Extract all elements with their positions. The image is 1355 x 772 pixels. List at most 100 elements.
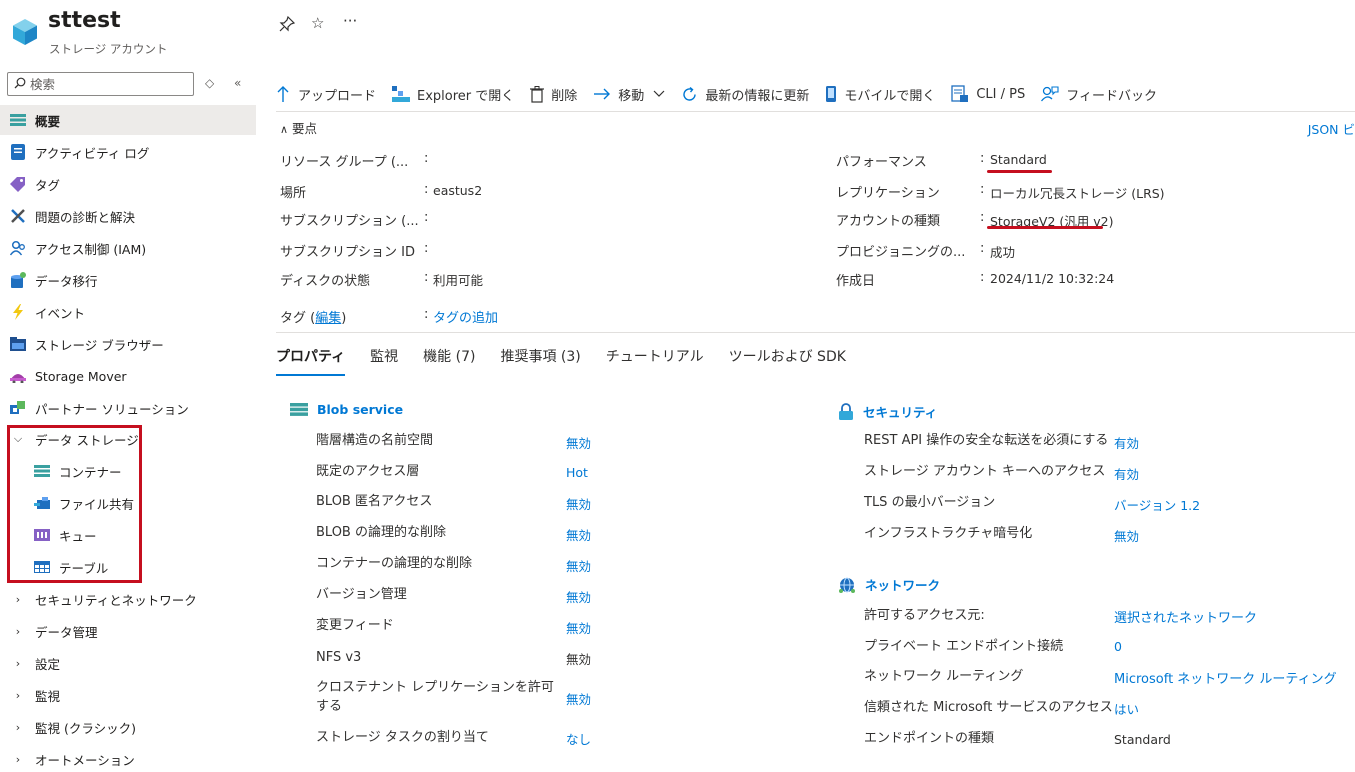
delete-button[interactable]: 削除 [530,85,577,104]
blob-prop-value[interactable]: 無効 [566,587,591,606]
toolbar-divider [276,111,1355,112]
overview-icon [10,112,26,128]
blob-prop-value[interactable]: 無効 [566,525,591,544]
blob-prop-value[interactable]: 無効 [566,556,591,575]
search-box[interactable] [7,72,194,96]
open-explorer-button[interactable]: Explorer で開く [392,85,514,104]
essentials-toggle[interactable]: ∧ 要点 [280,118,317,137]
network-prop-value[interactable]: はい [1114,699,1139,718]
blob-prop-label: バージョン管理 [316,587,407,602]
security-heading[interactable]: セキュリティ [838,402,937,421]
blob-prop-value[interactable]: 無効 [566,618,591,637]
pin-icon[interactable] [279,15,296,36]
security-prop-value[interactable]: 有効 [1114,433,1139,452]
collapse-sidebar-icon[interactable]: « [234,76,241,90]
chevron-right-icon: › [15,656,21,670]
upload-icon [275,85,291,103]
network-prop-value[interactable]: 0 [1114,639,1122,654]
performance-value: Standard [990,152,1047,167]
blob-prop-label: ストレージ タスクの割り当て [316,730,489,745]
open-mobile-button[interactable]: モバイルで開く [825,85,935,104]
network-prop-label: 許可するアクセス元: [864,608,985,623]
blob-prop-value[interactable]: 無効 [566,689,591,708]
sidebar-item-events[interactable]: イベント [0,297,256,327]
expand-collapse-icon[interactable]: ◇ [205,76,214,90]
chevron-down-icon [653,87,665,102]
more-icon[interactable]: ··· [343,12,357,30]
sidebar-item-storage-mover[interactable]: Storage Mover [0,361,256,391]
blob-prop-label: コンテナーの論理的な削除 [316,556,473,571]
sidebar-item-iam[interactable]: アクセス制御 (IAM) [0,233,256,263]
sidebar-group-monitoring[interactable]: › 監視 [0,680,256,710]
json-view-link[interactable]: JSON ビ [1308,119,1355,138]
star-icon[interactable]: ☆ [311,14,324,32]
network-prop-label: ネットワーク ルーティング [864,669,1024,684]
sidebar-item-partner[interactable]: パートナー ソリューション [0,393,256,423]
cli-ps-button[interactable]: CLI / PS [951,85,1025,103]
blob-prop-label: BLOB の論理的な削除 [316,525,446,540]
wrench-icon [10,208,26,224]
activity-log-icon [10,144,26,160]
storage-mover-icon [10,368,26,384]
network-heading[interactable]: ネットワーク [838,575,940,594]
account-kind-label: アカウントの種類 [836,214,941,229]
tab-properties[interactable]: プロパティ [276,346,346,376]
sidebar-item-activity-log[interactable]: アクティビティ ログ [0,137,256,167]
sidebar-group-data-management[interactable]: › データ管理 [0,616,256,646]
tab-tutorials[interactable]: チュートリアル [606,346,704,376]
location-label: 場所 [280,186,307,201]
search-icon [14,77,26,93]
network-prop-label: プライベート エンドポイント接続 [864,639,1064,654]
security-prop-value[interactable]: 有効 [1114,464,1139,483]
blob-prop-value[interactable]: なし [566,729,591,748]
tab-tools-sdk[interactable]: ツールおよび SDK [729,346,846,376]
sidebar-item-storage-browser[interactable]: ストレージ ブラウザー [0,329,256,359]
arrow-right-icon [593,87,611,101]
security-prop-label: インフラストラクチャ暗号化 [864,526,1033,541]
chevron-up-icon: ∧ [280,123,289,136]
chevron-right-icon: › [15,688,21,702]
move-button[interactable]: 移動 [593,85,665,104]
network-prop-value[interactable]: Microsoft ネットワーク ルーティング [1114,668,1337,687]
iam-icon [10,240,26,256]
blob-service-icon [290,403,308,416]
blob-service-heading[interactable]: Blob service [290,402,403,417]
trash-icon [530,85,545,103]
sidebar-group-security-network[interactable]: › セキュリティとネットワーク [0,584,256,614]
provisioning-label: プロビジョニングの... [836,245,966,260]
highlight-underline [987,226,1103,229]
lightning-icon [10,304,26,320]
highlight-underline [987,170,1052,173]
disk-state-value: 利用可能 [433,273,484,288]
sidebar-item-diagnose[interactable]: 問題の診断と解決 [0,201,256,231]
security-prop-value[interactable]: バージョン 1.2 [1114,495,1200,514]
storage-browser-icon [10,336,26,352]
blob-prop-value[interactable]: Hot [566,465,588,480]
blob-prop-value[interactable]: 無効 [566,433,591,452]
sidebar-group-settings[interactable]: › 設定 [0,648,256,678]
blob-prop-value[interactable]: 無効 [566,494,591,513]
subscription-id-label: サブスクリプション ID [280,245,415,260]
sidebar-item-tags[interactable]: タグ [0,169,256,199]
tab-recommendations[interactable]: 推奨事項 (3) [500,346,580,376]
performance-label: パフォーマンス [836,155,927,170]
search-input[interactable] [30,75,190,93]
sidebar-item-data-migration[interactable]: データ移行 [0,265,256,295]
blob-prop-label: 変更フィード [316,618,394,633]
explorer-icon [392,85,411,103]
feedback-button[interactable]: フィードバック [1041,85,1157,104]
tab-capabilities[interactable]: 機能 (7) [423,346,475,376]
tab-monitoring[interactable]: 監視 [370,346,398,376]
refresh-button[interactable]: 最新の情報に更新 [681,85,809,104]
network-prop-value[interactable]: 選択されたネットワーク [1114,607,1257,626]
chevron-right-icon: › [15,720,21,734]
security-prop-value[interactable]: 無効 [1114,526,1139,545]
add-tag-link[interactable]: タグの追加 [433,307,498,326]
sidebar-item-overview[interactable]: 概要 [0,105,256,135]
blob-prop-label: クロステナント レプリケーションを許可する [316,680,554,714]
edit-tags-link[interactable]: 編集 [315,311,341,326]
upload-button[interactable]: アップロード [275,85,376,104]
sidebar-group-monitoring-classic[interactable]: › 監視 (クラシック) [0,712,256,742]
sidebar-group-automation[interactable]: › オートメーション [0,744,256,772]
created-label: 作成日 [836,274,876,289]
